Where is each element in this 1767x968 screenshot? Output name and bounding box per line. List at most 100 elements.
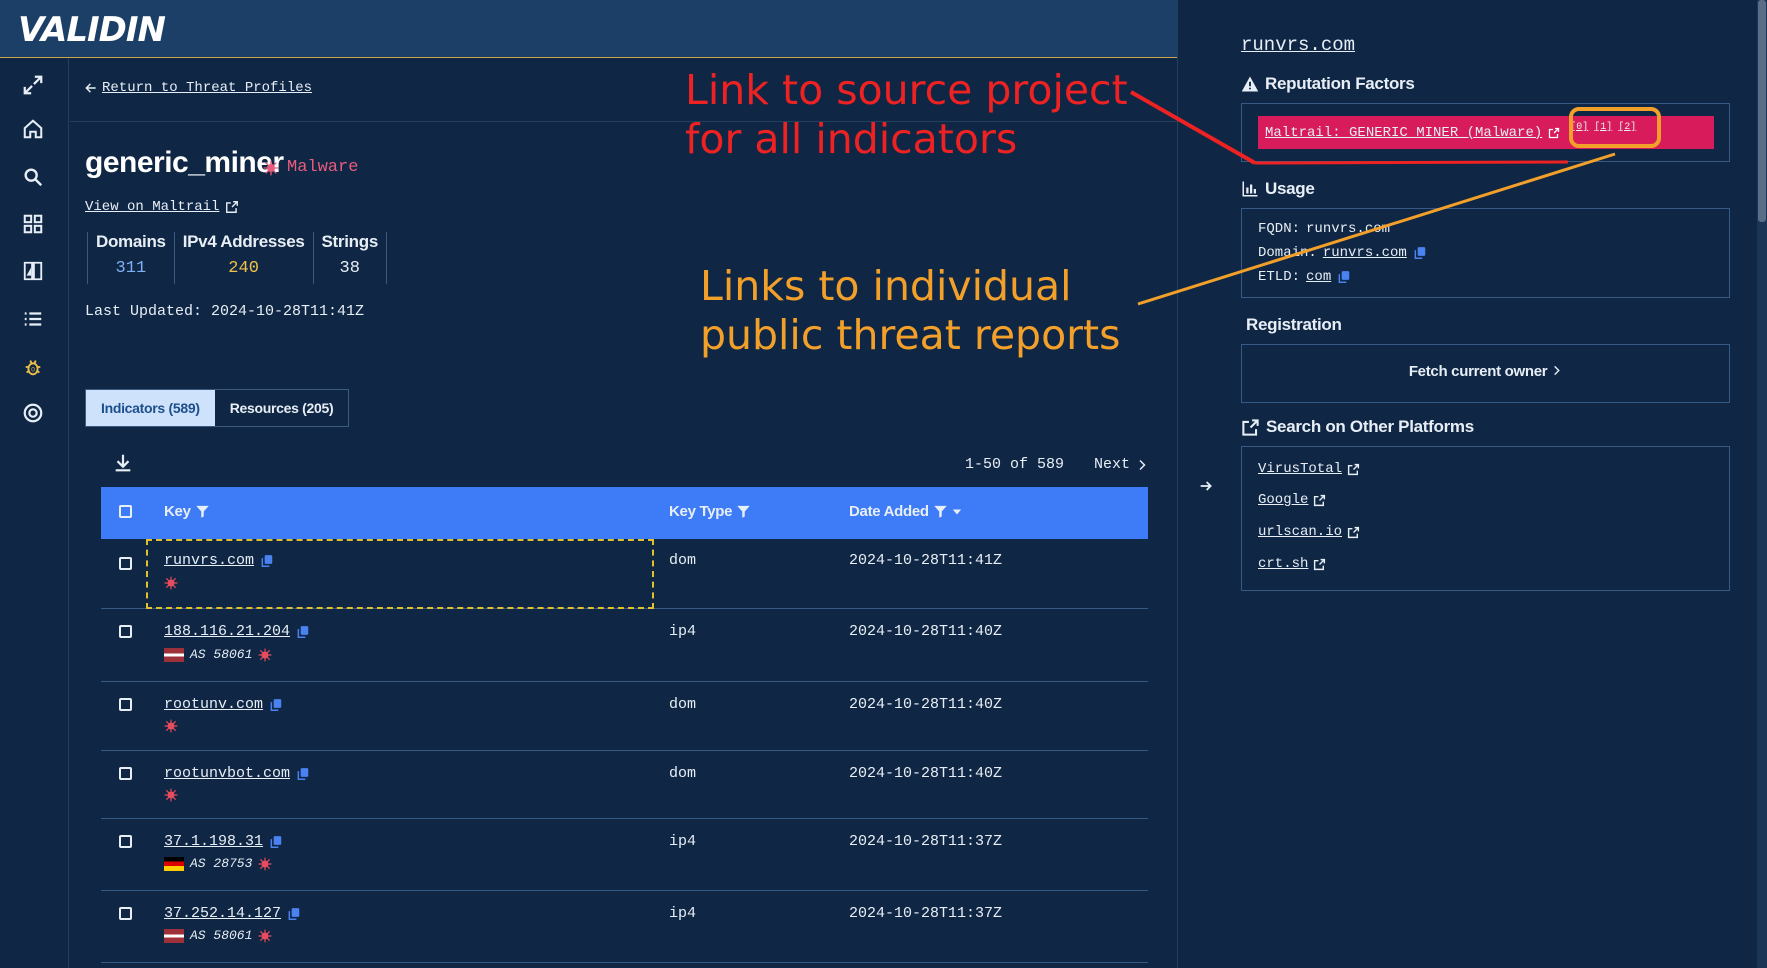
platform-link-urlscan[interactable]: urlscan.io (1258, 524, 1360, 540)
table-row[interactable]: 188.116.21.204 AS 58061 ip4 2024-10-28T1… (101, 609, 1148, 682)
expand-icon[interactable] (18, 70, 48, 100)
panel-title[interactable]: runvrs.com (1241, 34, 1355, 56)
indicator-key-link[interactable]: 37.1.198.31 (164, 833, 263, 850)
key-cell: rootunvbot.com (164, 765, 310, 782)
copy-icon[interactable] (296, 625, 310, 639)
stat-label: Strings (321, 232, 379, 251)
panel-scrollbar[interactable] (1757, 0, 1767, 968)
select-all-checkbox[interactable] (119, 505, 132, 518)
usage-etld-label: ETLD: (1258, 269, 1301, 285)
platform-link-google[interactable]: Google (1258, 492, 1326, 508)
column-label[interactable]: Key (164, 503, 191, 520)
stat-strings: Strings 38 (312, 232, 387, 284)
external-link-icon (1314, 558, 1326, 570)
table-row[interactable]: runvrs.com dom 2024-10-28T11:41Z (101, 539, 1148, 609)
view-on-source-link[interactable]: View on Maltrail (85, 199, 239, 215)
platform-label[interactable]: VirusTotal (1258, 461, 1342, 477)
annotation-line: public threat reports (700, 311, 1121, 360)
virus-icon (259, 648, 272, 661)
asn-label[interactable]: AS 58061 (190, 928, 252, 943)
indicator-key-link[interactable]: 37.252.14.127 (164, 905, 281, 922)
fetch-owner-label[interactable]: Fetch current owner (1409, 363, 1548, 380)
svg-text:0: 0 (31, 367, 35, 374)
indicator-key-link[interactable]: rootunvbot.com (164, 765, 290, 782)
platform-link-crtsh[interactable]: crt.sh (1258, 556, 1326, 572)
report-ref-link[interactable]: [1] (1594, 122, 1612, 133)
table-row[interactable]: rootunvbot.com dom 2024-10-28T11:40Z (101, 751, 1148, 819)
flag-latvia-icon (164, 928, 184, 943)
list-icon[interactable] (18, 304, 48, 334)
tab-indicators[interactable]: Indicators (589) (86, 390, 215, 426)
column-label[interactable]: Date Added (849, 503, 929, 520)
view-on-source-label[interactable]: View on Maltrail (85, 199, 219, 215)
platform-label[interactable]: crt.sh (1258, 556, 1308, 572)
reputation-heading: Reputation Factors (1241, 74, 1415, 94)
row-checkbox[interactable] (119, 557, 132, 570)
copy-icon[interactable] (269, 835, 283, 849)
sort-desc-icon[interactable] (952, 507, 962, 517)
column-key-type[interactable]: Key Type (669, 503, 751, 520)
panel-scrollbar-thumb[interactable] (1758, 0, 1766, 222)
row-checkbox[interactable] (119, 698, 132, 711)
date-added-cell: 2024-10-28T11:41Z (849, 552, 1003, 569)
report-ref-link[interactable]: [0] (1570, 122, 1588, 133)
copy-icon[interactable] (1413, 246, 1427, 260)
validin-logo[interactable]: VALIDIN (18, 10, 166, 50)
top-bar: VALIDIN (0, 0, 1177, 58)
virus-icon (259, 857, 272, 870)
annotation-line: for all indicators (685, 115, 1018, 164)
fetch-owner-button[interactable]: Fetch current owner (1242, 363, 1729, 380)
warning-icon (1241, 76, 1259, 92)
row-checkbox[interactable] (119, 625, 132, 638)
usage-etld-link[interactable]: com (1306, 269, 1331, 285)
asn-label[interactable]: AS 28753 (190, 856, 252, 871)
download-icon[interactable] (112, 452, 134, 474)
annotation-line: Link to source project (685, 66, 1128, 114)
copy-icon[interactable] (269, 698, 283, 712)
row-checkbox[interactable] (119, 835, 132, 848)
search-icon[interactable] (18, 162, 48, 192)
next-page-button[interactable]: Next (1094, 456, 1148, 473)
reputation-source-link[interactable]: Maltrail: GENERIC MINER (Malware) (1265, 125, 1542, 141)
indicator-key-link[interactable]: rootunv.com (164, 696, 263, 713)
copy-icon[interactable] (1337, 270, 1351, 284)
collapse-panel-icon[interactable] (1198, 478, 1214, 494)
platform-label[interactable]: urlscan.io (1258, 524, 1342, 540)
filter-icon[interactable] (736, 504, 751, 519)
date-added-cell: 2024-10-28T11:40Z (849, 765, 1003, 782)
indicator-key-link[interactable]: 188.116.21.204 (164, 623, 290, 640)
copy-icon[interactable] (296, 767, 310, 781)
table-row[interactable]: 37.252.14.127 AS 58061 ip4 2024-10-28T11… (101, 891, 1148, 963)
filter-icon[interactable] (195, 504, 210, 519)
usage-domain-link[interactable]: runvrs.com (1323, 245, 1407, 261)
column-date-added[interactable]: Date Added (849, 503, 962, 520)
table-row[interactable]: rootunv.com dom 2024-10-28T11:40Z (101, 682, 1148, 751)
tab-resources[interactable]: Resources (205) (215, 390, 349, 426)
target-icon[interactable] (18, 398, 48, 428)
row-checkbox[interactable] (119, 907, 132, 920)
reputation-factor: Maltrail: GENERIC MINER (Malware) [0] [1… (1258, 116, 1714, 149)
compare-icon[interactable] (18, 256, 48, 286)
key-type-cell: ip4 (669, 833, 697, 850)
platform-label[interactable]: Google (1258, 492, 1308, 508)
copy-icon[interactable] (287, 907, 301, 921)
column-label[interactable]: Key Type (669, 503, 732, 520)
grid-icon[interactable] (18, 209, 48, 239)
column-key[interactable]: Key (164, 503, 210, 520)
table-row[interactable]: 37.1.198.31 AS 28753 ip4 2024-10-28T11:3… (101, 819, 1148, 891)
key-type-cell: ip4 (669, 905, 697, 922)
key-type-cell: ip4 (669, 623, 697, 640)
external-link-icon (1242, 418, 1259, 436)
usage-etld: ETLD: com (1258, 269, 1351, 285)
report-ref-link[interactable]: [2] (1618, 122, 1636, 133)
platform-link-virustotal[interactable]: VirusTotal (1258, 461, 1360, 477)
next-page-label[interactable]: Next (1094, 456, 1130, 473)
filter-icon[interactable] (933, 504, 948, 519)
home-icon[interactable] (18, 114, 48, 144)
row-checkbox[interactable] (119, 767, 132, 780)
return-link[interactable]: Return to Threat Profiles (84, 80, 312, 96)
platforms-box: VirusTotal Google urlscan.io crt.sh (1241, 446, 1730, 591)
asn-label[interactable]: AS 58061 (190, 647, 252, 662)
return-link-label[interactable]: Return to Threat Profiles (102, 80, 312, 96)
bug-icon[interactable]: 0 (18, 352, 48, 382)
